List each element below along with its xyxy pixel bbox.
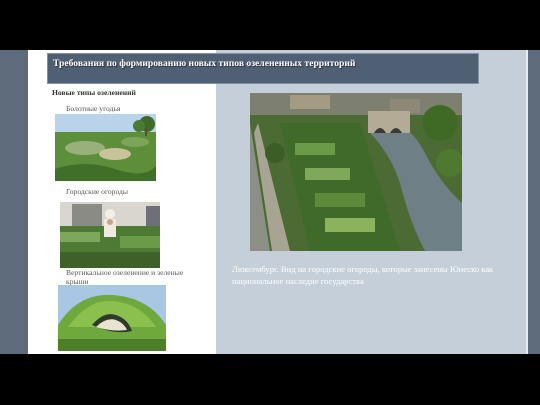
title-bar: Требования по формированию новых типов о… — [47, 53, 479, 84]
city-gardens-image — [60, 202, 160, 268]
slide-title: Требования по формированию новых типов о… — [53, 58, 356, 69]
photo-caption: Люксембург. Вид на городские огороды, ко… — [232, 264, 494, 286]
section-subtitle: Новые типы озеленений — [52, 88, 136, 97]
wetlands-image — [55, 114, 156, 181]
item-label-city-gardens: Городские огороды — [66, 187, 129, 196]
item-label-wetlands: Болотные угодья — [66, 104, 121, 113]
item-label-vertical-greening: Вертикальное озеленение и зеленые крыши — [66, 268, 184, 286]
green-roof-image — [58, 285, 166, 351]
luxembourg-gardens-photo — [250, 93, 462, 251]
slide-edge — [526, 50, 528, 354]
